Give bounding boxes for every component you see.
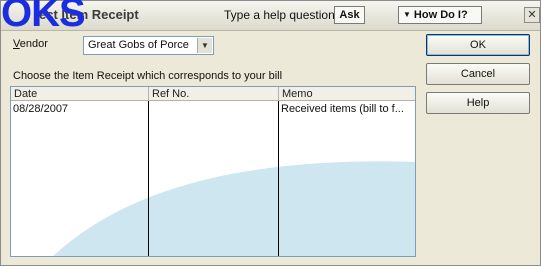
vendor-select-value: Great Gobs of Porce <box>88 39 189 51</box>
ask-button[interactable]: Ask <box>334 6 365 24</box>
cell-date: 08/28/2007 <box>13 103 69 115</box>
column-divider <box>278 101 279 256</box>
vendor-select[interactable]: Great Gobs of Porce ▼ <box>83 36 214 55</box>
cancel-button[interactable]: Cancel <box>426 63 530 85</box>
triangle-down-icon: ▼ <box>403 10 411 19</box>
cell-memo: Received items (bill to f... <box>281 103 404 115</box>
close-icon[interactable]: ✕ <box>524 7 540 23</box>
help-question-label[interactable]: Type a help question <box>224 8 335 22</box>
vendor-label: Vendor <box>13 38 48 50</box>
vendor-label-accel: V <box>13 38 20 50</box>
ok-button[interactable]: OK <box>426 34 530 56</box>
watermark-logo: OKS <box>1 0 86 35</box>
table-header: Date Ref No. Memo <box>11 87 415 101</box>
column-divider <box>148 101 149 256</box>
how-do-i-label: How Do I? <box>413 9 468 21</box>
title-bar: ect Item Receipt OKS Type a help questio… <box>1 0 540 35</box>
item-receipt-table[interactable]: Date Ref No. Memo 08/28/2007 Received it… <box>10 86 416 257</box>
column-header-ref-no[interactable]: Ref No. <box>149 87 278 101</box>
column-header-date[interactable]: Date <box>11 87 148 101</box>
chevron-down-icon[interactable]: ▼ <box>197 38 212 53</box>
vendor-label-rest: endor <box>19 38 48 50</box>
column-header-memo[interactable]: Memo <box>279 87 415 101</box>
cell-ref-no <box>149 102 277 116</box>
instruction-text: Choose the Item Receipt which correspond… <box>13 70 283 82</box>
help-button[interactable]: Help <box>426 92 530 114</box>
how-do-i-button[interactable]: ▼ How Do I? <box>398 6 482 24</box>
table-row[interactable]: 08/28/2007 Received items (bill to f... <box>11 102 415 116</box>
select-item-receipt-dialog: ect Item Receipt OKS Type a help questio… <box>0 0 541 266</box>
